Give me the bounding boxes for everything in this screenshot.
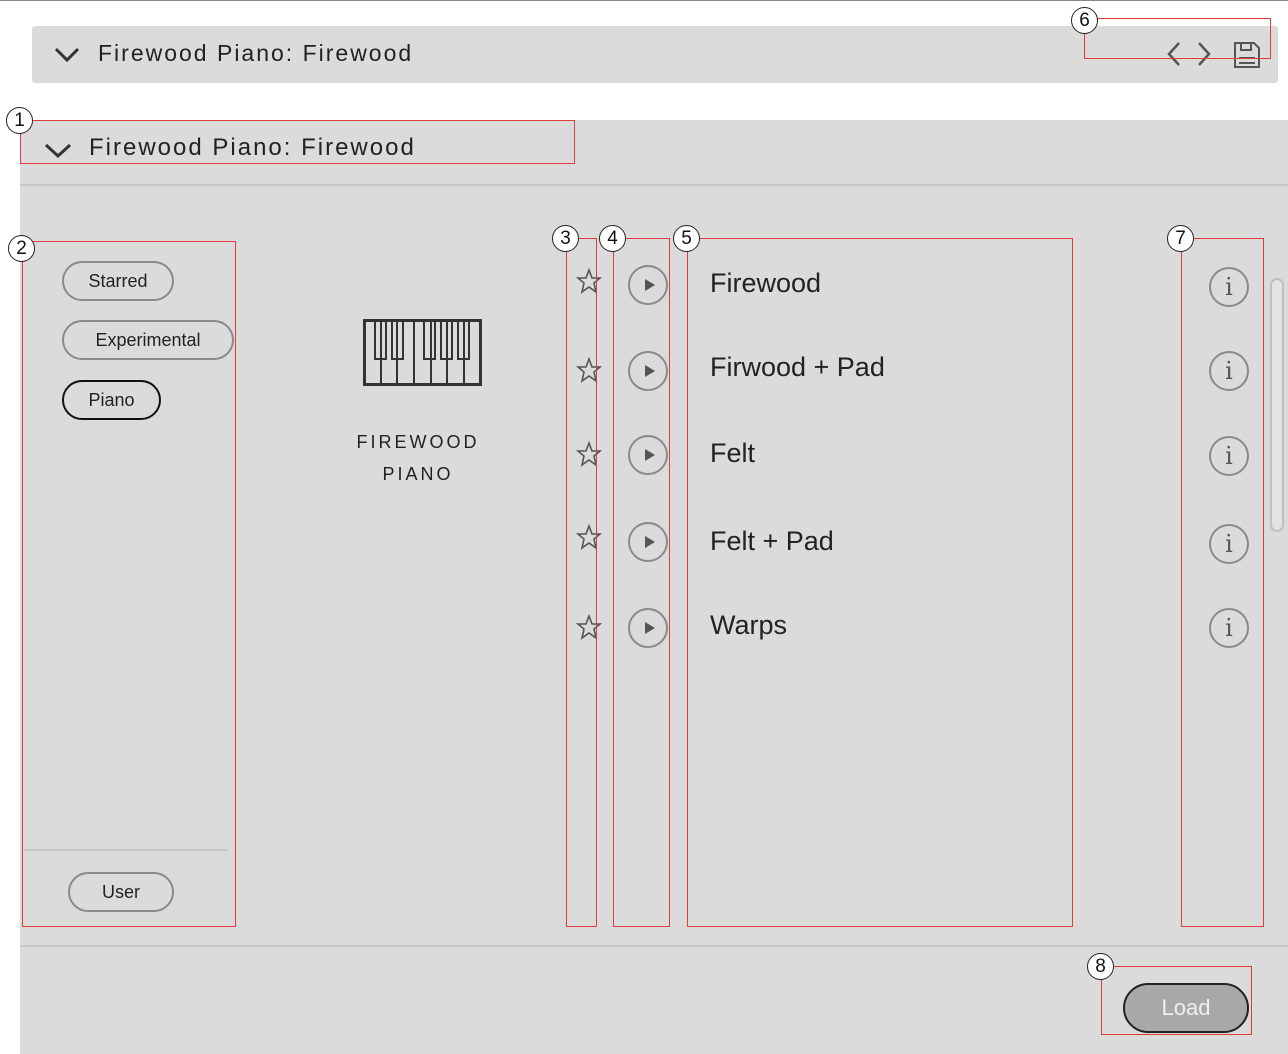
annotation-number-8: 8 xyxy=(1087,953,1114,980)
preset-browser-panel xyxy=(20,120,1288,1054)
annotation-number-1: 1 xyxy=(6,107,33,134)
play-preview-button[interactable] xyxy=(628,522,668,562)
annotation-number-4: 4 xyxy=(599,225,626,252)
preset-list-item[interactable]: Firewood xyxy=(710,268,821,299)
annotation-number-6: 6 xyxy=(1071,7,1098,34)
star-icon[interactable] xyxy=(576,441,604,469)
save-icon[interactable] xyxy=(1233,41,1261,69)
play-preview-button[interactable] xyxy=(628,608,668,648)
piano-keys-icon xyxy=(363,319,482,386)
panel-top-divider xyxy=(20,184,1288,186)
star-icon[interactable] xyxy=(576,268,604,296)
panel-collapse-chevron-icon[interactable] xyxy=(44,143,72,159)
instrument-name: FIREWOOD PIANO xyxy=(338,426,498,490)
play-preview-button[interactable] xyxy=(628,351,668,391)
star-icon[interactable] xyxy=(576,614,604,642)
preset-list-item[interactable]: Firwood + Pad xyxy=(710,352,885,383)
panel-bottom-divider xyxy=(20,945,1288,947)
annotation-number-3: 3 xyxy=(552,225,579,252)
load-button[interactable]: Load xyxy=(1123,983,1249,1033)
tag-list-divider xyxy=(24,849,228,851)
header-title: Firewood Piano: Firewood xyxy=(98,40,414,66)
preset-list-item[interactable]: Warps xyxy=(710,610,787,641)
info-icon[interactable]: i xyxy=(1209,524,1249,564)
info-icon[interactable]: i xyxy=(1209,608,1249,648)
preset-list-item[interactable]: Felt + Pad xyxy=(710,526,834,557)
panel-title: Firewood Piano: Firewood xyxy=(89,134,416,161)
info-icon[interactable]: i xyxy=(1209,267,1249,307)
annotation-number-2: 2 xyxy=(8,235,35,262)
info-icon[interactable]: i xyxy=(1209,436,1249,476)
tag-experimental[interactable]: Experimental xyxy=(62,320,234,360)
window-top-border xyxy=(0,0,1288,1)
tag-starred[interactable]: Starred xyxy=(62,261,174,301)
tag-piano[interactable]: Piano xyxy=(62,380,161,420)
next-preset-icon[interactable] xyxy=(1196,41,1212,67)
preset-list-scrollbar[interactable] xyxy=(1270,278,1284,532)
play-preview-button[interactable] xyxy=(628,435,668,475)
star-icon[interactable] xyxy=(576,357,604,385)
preset-list-item[interactable]: Felt xyxy=(710,438,755,469)
star-icon[interactable] xyxy=(576,524,604,552)
annotation-number-5: 5 xyxy=(673,225,700,252)
info-icon[interactable]: i xyxy=(1209,351,1249,391)
instrument-name-line1: FIREWOOD xyxy=(356,432,480,452)
play-preview-button[interactable] xyxy=(628,265,668,305)
header-collapse-chevron-icon[interactable] xyxy=(54,47,80,63)
instrument-name-line2: PIANO xyxy=(382,464,454,484)
previous-preset-icon[interactable] xyxy=(1166,41,1182,67)
annotation-number-7: 7 xyxy=(1167,225,1194,252)
tag-user[interactable]: User xyxy=(68,872,174,912)
